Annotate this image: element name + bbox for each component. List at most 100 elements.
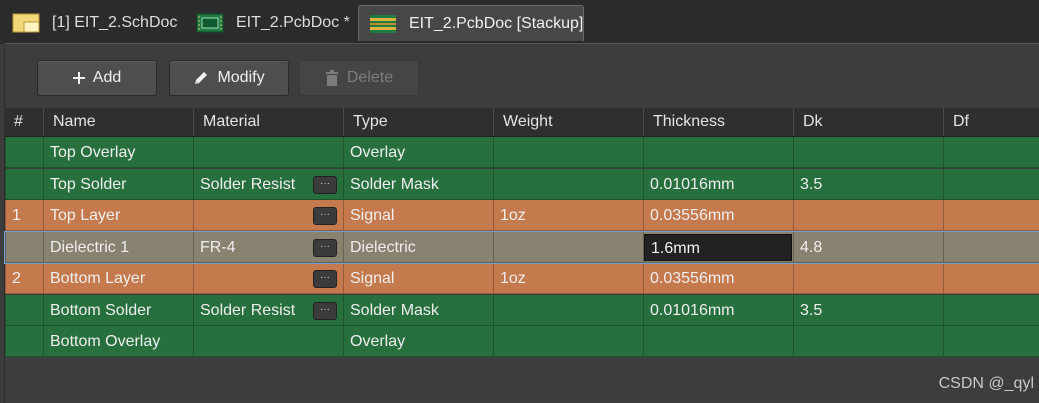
table-row[interactable]: Dielectric 1 FR-4 ··· Dielectric 1.6mm 4.8 xyxy=(4,230,1039,264)
cell-thickness-text: 0.01016mm xyxy=(650,175,735,193)
material-browse-button[interactable]: ··· xyxy=(313,301,337,320)
cell-name[interactable]: Bottom Overlay xyxy=(43,326,193,357)
table-row[interactable]: 1 Top Layer ··· Signal 1oz 0.03556mm xyxy=(5,200,1039,231)
table-row[interactable]: Bottom Solder Solder Resist ··· Solder Mask… xyxy=(5,294,1039,326)
cell-type[interactable]: Overlay xyxy=(343,137,493,168)
cell-name[interactable]: Top Solder xyxy=(43,168,193,200)
cell-thickness[interactable] xyxy=(643,326,793,357)
material-browse-button[interactable]: ··· xyxy=(313,238,337,257)
cell-material[interactable]: ··· xyxy=(193,200,343,231)
cell-thickness[interactable]: 0.03556mm xyxy=(643,200,793,231)
cell-name[interactable]: Bottom Layer xyxy=(43,263,193,294)
cell-name[interactable]: Top Overlay xyxy=(43,137,193,168)
material-browse-button[interactable]: ··· xyxy=(313,270,337,288)
column-header-df[interactable]: Df xyxy=(943,108,1039,136)
cell-type-text: Signal xyxy=(350,270,395,287)
material-browse-button[interactable]: ··· xyxy=(313,175,337,194)
cell-dk[interactable] xyxy=(793,200,943,231)
material-browse-button[interactable]: ··· xyxy=(313,207,337,225)
tab-schdoc[interactable]: [1] EIT_2.SchDoc xyxy=(12,5,177,41)
cell-thickness[interactable]: 0.01016mm xyxy=(643,294,793,326)
cell-df[interactable] xyxy=(943,137,1039,168)
cell-material-text: FR-4 xyxy=(200,238,236,256)
cell-number[interactable] xyxy=(5,168,43,200)
table-row[interactable]: Top Solder Solder Resist ··· Solder Mask 0.0… xyxy=(5,168,1039,200)
cell-number[interactable]: 2 xyxy=(5,263,43,294)
cell-thickness[interactable] xyxy=(643,137,793,168)
cell-name-text: Top Layer xyxy=(50,207,121,224)
column-header-material[interactable]: Material xyxy=(193,108,343,136)
cell-weight-text: 1oz xyxy=(500,207,526,224)
cell-name-text: Top Overlay xyxy=(50,144,136,161)
column-header-number[interactable]: # xyxy=(5,108,43,136)
cell-material[interactable]: Solder Resist ··· xyxy=(193,168,343,200)
cell-weight[interactable]: 1oz xyxy=(493,200,643,231)
modify-layer-button[interactable]: Modify xyxy=(169,60,289,96)
cell-name-text: Bottom Solder xyxy=(50,301,152,319)
cell-name[interactable]: Top Layer xyxy=(43,200,193,231)
cell-dk[interactable] xyxy=(793,137,943,168)
cell-df[interactable] xyxy=(943,326,1039,357)
table-row[interactable]: Top Overlay Overlay xyxy=(5,137,1039,168)
thickness-edit-field[interactable]: 1.6mm xyxy=(644,233,792,261)
cell-name[interactable]: Bottom Solder xyxy=(43,294,193,326)
cell-number[interactable] xyxy=(5,326,43,357)
cell-thickness-text: 0.03556mm xyxy=(650,207,735,224)
cell-material[interactable]: FR-4 ··· xyxy=(193,231,343,263)
column-header-dk[interactable]: Dk xyxy=(793,108,943,136)
cell-type-text: Signal xyxy=(350,207,395,224)
cell-type[interactable]: Signal xyxy=(343,263,493,294)
cell-df[interactable] xyxy=(943,200,1039,231)
cell-material[interactable]: ··· xyxy=(193,263,343,294)
cell-type[interactable]: Signal xyxy=(343,200,493,231)
cell-dk[interactable] xyxy=(793,263,943,294)
watermark: CSDN @_qyl xyxy=(938,375,1034,392)
tab-stackup[interactable]: EIT_2.PcbDoc [Stackup] xyxy=(358,5,584,41)
column-header-name[interactable]: Name xyxy=(43,108,193,136)
cell-number[interactable] xyxy=(5,294,43,326)
cell-type[interactable]: Dielectric xyxy=(343,231,493,263)
cell-number-text: 1 xyxy=(12,207,21,224)
cell-material[interactable] xyxy=(193,326,343,357)
cell-type[interactable]: Overlay xyxy=(343,326,493,357)
cell-number[interactable]: 1 xyxy=(5,200,43,231)
tab-pcbdoc[interactable]: EIT_2.PcbDoc * xyxy=(196,5,350,41)
cell-weight-text: 1oz xyxy=(500,270,526,287)
column-header-type[interactable]: Type xyxy=(343,108,493,136)
cell-df[interactable] xyxy=(943,294,1039,326)
cell-thickness[interactable]: 0.03556mm xyxy=(643,263,793,294)
cell-df[interactable] xyxy=(943,263,1039,294)
cell-name[interactable]: Dielectric 1 xyxy=(43,231,193,263)
cell-weight[interactable] xyxy=(493,294,643,326)
cell-dk[interactable]: 4.8 xyxy=(793,231,943,263)
cell-weight[interactable] xyxy=(493,231,643,263)
delete-label: Delete xyxy=(346,69,394,86)
cell-weight[interactable] xyxy=(493,168,643,200)
cell-number[interactable] xyxy=(5,231,43,263)
cell-name-text: Bottom Layer xyxy=(50,270,146,287)
cell-material-text: Solder Resist xyxy=(200,175,296,193)
cell-thickness[interactable]: 0.01016mm xyxy=(643,168,793,200)
table-row[interactable]: 2 Bottom Layer ··· Signal 1oz 0.03556mm xyxy=(5,263,1039,294)
cell-type[interactable]: Solder Mask xyxy=(343,168,493,200)
cell-number[interactable] xyxy=(5,137,43,168)
table-row[interactable]: Bottom Overlay Overlay xyxy=(5,326,1039,357)
cell-df[interactable] xyxy=(943,231,1039,263)
cell-material[interactable] xyxy=(193,137,343,168)
cell-weight[interactable]: 1oz xyxy=(493,263,643,294)
cell-weight[interactable] xyxy=(493,137,643,168)
column-header-weight[interactable]: Weight xyxy=(493,108,643,136)
cell-dk-text: 4.8 xyxy=(800,238,823,256)
cell-thickness[interactable]: 1.6mm xyxy=(643,231,793,263)
delete-layer-button[interactable]: Delete xyxy=(299,60,419,96)
cell-dk[interactable]: 3.5 xyxy=(793,168,943,200)
cell-material[interactable]: Solder Resist ··· xyxy=(193,294,343,326)
cell-df[interactable] xyxy=(943,168,1039,200)
cell-dk-text: 3.5 xyxy=(800,301,823,319)
cell-dk[interactable] xyxy=(793,326,943,357)
column-header-thickness[interactable]: Thickness xyxy=(643,108,793,136)
add-layer-button[interactable]: Add xyxy=(37,60,157,96)
cell-dk[interactable]: 3.5 xyxy=(793,294,943,326)
cell-type[interactable]: Solder Mask xyxy=(343,294,493,326)
cell-weight[interactable] xyxy=(493,326,643,357)
